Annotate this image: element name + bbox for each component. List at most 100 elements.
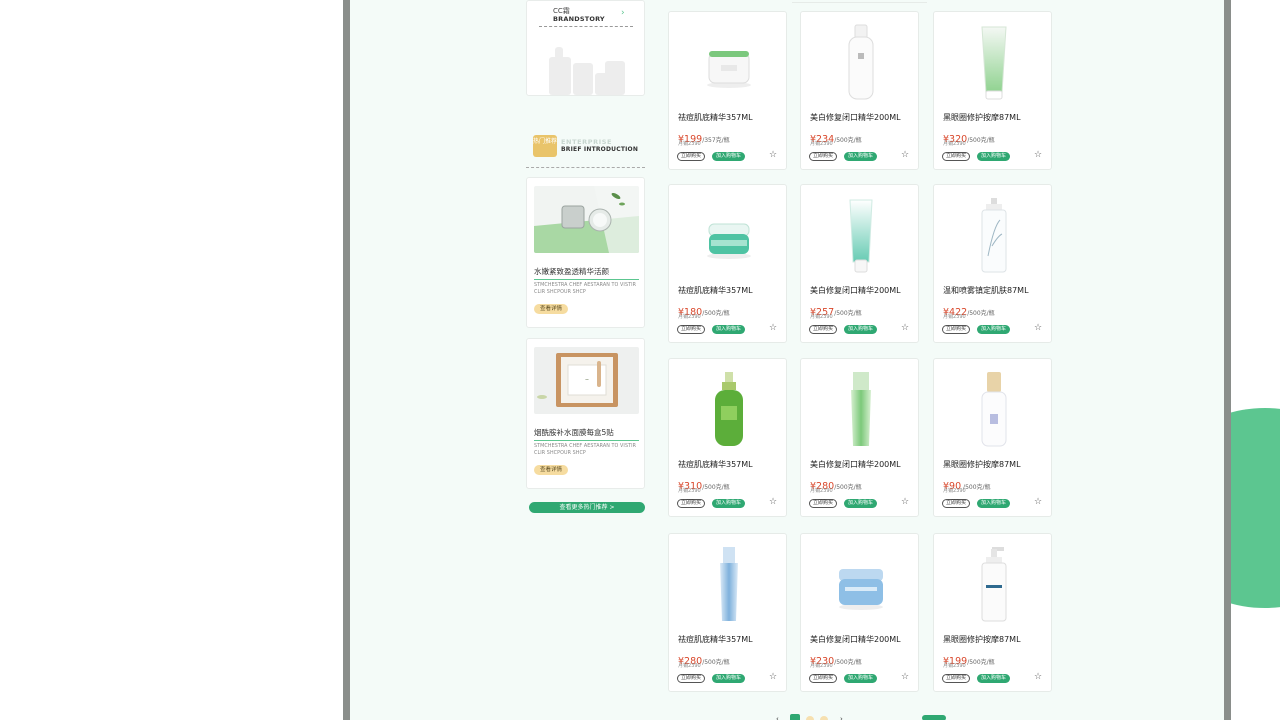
product-name[interactable]: 美白修复闭口精华200ML <box>810 112 901 123</box>
buy-now-button[interactable]: 立即购买 <box>677 152 706 161</box>
view-details-button[interactable]: 查看详情 <box>534 304 569 314</box>
product-card[interactable]: 黑眼圈修护按摩87ML ¥320/500克/瓶 月销2390 立即购买 加入购物车 ☆ <box>933 11 1052 170</box>
product-name[interactable]: 美白修复闭口精华200ML <box>810 459 901 470</box>
product-image[interactable] <box>811 365 910 455</box>
page-indicator-active[interactable] <box>790 714 800 720</box>
star-icon[interactable]: ☆ <box>769 673 777 682</box>
monthly-sales: 月销2390 <box>678 141 701 147</box>
chevron-right-icon[interactable]: › <box>621 8 625 18</box>
product-image[interactable] <box>811 18 910 108</box>
add-to-cart-button[interactable]: 加入购物车 <box>977 674 1011 683</box>
brand-story-card[interactable]: CC霜 BRANDSTORY › <box>526 0 645 96</box>
pagination[interactable]: ‹ › <box>776 712 956 720</box>
product-image[interactable] <box>679 540 778 630</box>
product-name[interactable]: 美白修复闭口精华200ML <box>810 634 901 645</box>
product-image[interactable] <box>679 191 778 281</box>
product-name[interactable]: 黑眼圈修护按摩87ML <box>943 634 1021 645</box>
star-icon[interactable]: ☆ <box>901 324 909 333</box>
add-to-cart-button[interactable]: 加入购物车 <box>712 152 746 161</box>
product-image[interactable] <box>944 365 1043 455</box>
page-indicator[interactable] <box>820 716 828 720</box>
star-icon[interactable]: ☆ <box>901 673 909 682</box>
buy-now-button[interactable]: 立即购买 <box>677 499 706 508</box>
buy-now-button[interactable]: 立即购买 <box>809 674 838 683</box>
product-name[interactable]: 黑眼圈修护按摩87ML <box>943 112 1021 123</box>
product-name[interactable]: 祛痘肌底精华357ML <box>678 634 753 645</box>
star-icon[interactable]: ☆ <box>1034 324 1042 333</box>
star-icon[interactable]: ☆ <box>1034 673 1042 682</box>
product-card[interactable]: 祛痘肌底精华357ML ¥280/500克/瓶 月销2390 立即购买 加入购物车 ☆ <box>668 533 787 692</box>
buy-now-button[interactable]: 立即购买 <box>942 499 971 508</box>
product-card[interactable]: 美白修复闭口精华200ML ¥280/500克/瓶 月销2390 立即购买 加入购物车 ☆ <box>800 358 919 517</box>
product-name[interactable]: 祛痘肌底精华357ML <box>678 459 753 470</box>
add-to-cart-button[interactable]: 加入购物车 <box>712 325 746 334</box>
product-image[interactable] <box>679 18 778 108</box>
add-to-cart-button[interactable]: 加入购物车 <box>844 152 878 161</box>
page-go-button[interactable] <box>922 715 946 720</box>
monthly-sales: 月销2390 <box>810 141 833 147</box>
product-card[interactable]: 美白修复闭口精华200ML ¥230/500克/瓶 月销2390 立即购买 加入购物车 ☆ <box>800 533 919 692</box>
promo-image <box>534 186 639 253</box>
product-card[interactable]: 温和喷雾镇定肌肤87ML ¥422/500克/瓶 月销2390 立即购买 加入购物车 ☆ <box>933 184 1052 343</box>
buy-now-button[interactable]: 立即购买 <box>677 674 706 683</box>
view-details-button[interactable]: 查看详情 <box>534 465 569 475</box>
product-image[interactable] <box>944 191 1043 281</box>
buy-now-button[interactable]: 立即购买 <box>809 499 838 508</box>
add-to-cart-button[interactable]: 加入购物车 <box>712 499 746 508</box>
divider <box>526 167 645 168</box>
product-card[interactable]: 美白修复闭口精华200ML ¥234/500克/瓶 月销2390 立即购买 加入购物车 ☆ <box>800 11 919 170</box>
star-icon[interactable]: ☆ <box>901 498 909 507</box>
buy-now-button[interactable]: 立即购买 <box>677 325 706 334</box>
buy-now-button[interactable]: 立即购买 <box>809 325 838 334</box>
buy-now-button[interactable]: 立即购买 <box>942 674 971 683</box>
add-to-cart-button[interactable]: 加入购物车 <box>977 325 1011 334</box>
buy-now-button[interactable]: 立即购买 <box>942 325 971 334</box>
product-image[interactable] <box>811 191 910 281</box>
price-unit: /500克/瓶 <box>702 310 730 317</box>
buy-now-button[interactable]: 立即购买 <box>942 152 971 161</box>
star-icon[interactable]: ☆ <box>769 324 777 333</box>
add-to-cart-button[interactable]: 加入购物车 <box>977 499 1011 508</box>
star-icon[interactable]: ☆ <box>769 151 777 160</box>
enterprise-title: ENTERPRISE <box>561 138 613 146</box>
price-unit: /500克/瓶 <box>702 659 730 666</box>
add-to-cart-button[interactable]: 加入购物车 <box>712 674 746 683</box>
promo-card[interactable]: 水嫩紧致盈透精华活颜 STMCHESTRA CHEF AESTARAN TO V… <box>526 177 645 328</box>
promo-card[interactable]: ~ 烟酰胺补水面膜每盒5贴 STMCHESTRA CHEF AESTARAN T… <box>526 338 645 489</box>
add-to-cart-button[interactable]: 加入购物车 <box>977 152 1011 161</box>
product-name[interactable]: 温和喷雾镇定肌肤87ML <box>943 285 1029 296</box>
star-icon[interactable]: ☆ <box>769 498 777 507</box>
product-image[interactable] <box>944 540 1043 630</box>
price-unit: /357克/瓶 <box>702 137 730 144</box>
chevron-right-icon[interactable]: › <box>840 715 843 720</box>
price-unit: /500克/瓶 <box>834 137 862 144</box>
buy-now-button[interactable]: 立即购买 <box>809 152 838 161</box>
view-more-hot-button[interactable]: 查看更多热门推荐 > <box>529 502 645 513</box>
star-icon[interactable]: ☆ <box>901 151 909 160</box>
chevron-left-icon[interactable]: ‹ <box>776 715 779 720</box>
product-card[interactable]: 祛痘肌底精华357ML ¥310/500克/瓶 月销2390 立即购买 加入购物车 ☆ <box>668 358 787 517</box>
product-name[interactable]: 美白修复闭口精华200ML <box>810 285 901 296</box>
product-card[interactable]: 美白修复闭口精华200ML ¥257/500克/瓶 月销2390 立即购买 加入购物车 ☆ <box>800 184 919 343</box>
product-image[interactable] <box>679 365 778 455</box>
product-image[interactable] <box>944 18 1043 108</box>
price-unit: /500克/瓶 <box>702 484 730 491</box>
monthly-sales: 月销2390 <box>810 488 833 494</box>
product-image[interactable] <box>811 540 910 630</box>
star-icon[interactable]: ☆ <box>1034 498 1042 507</box>
add-to-cart-button[interactable]: 加入购物车 <box>844 674 878 683</box>
product-card[interactable]: 黑眼圈修护按摩87ML ¥199/500克/瓶 月销2390 立即购买 加入购物车 ☆ <box>933 533 1052 692</box>
monthly-sales: 月销2390 <box>810 314 833 320</box>
card-edge <box>792 0 927 3</box>
product-card[interactable]: 祛痘肌底精华357ML ¥199/357克/瓶 月销2390 立即购买 加入购物车 ☆ <box>668 11 787 170</box>
product-name[interactable]: 祛痘肌底精华357ML <box>678 285 753 296</box>
add-to-cart-button[interactable]: 加入购物车 <box>844 325 878 334</box>
monthly-sales: 月销2390 <box>943 663 966 669</box>
product-card[interactable]: 祛痘肌底精华357ML ¥180/500克/瓶 月销2390 立即购买 加入购物车 ☆ <box>668 184 787 343</box>
star-icon[interactable]: ☆ <box>1034 151 1042 160</box>
product-card[interactable]: 黑眼圈修护按摩87ML ¥90 /500克/瓶 月销2390 立即购买 加入购物车 ☆ <box>933 358 1052 517</box>
product-name[interactable]: 黑眼圈修护按摩87ML <box>943 459 1021 470</box>
product-name[interactable]: 祛痘肌底精华357ML <box>678 112 753 123</box>
page-indicator[interactable] <box>806 716 814 720</box>
add-to-cart-button[interactable]: 加入购物车 <box>844 499 878 508</box>
